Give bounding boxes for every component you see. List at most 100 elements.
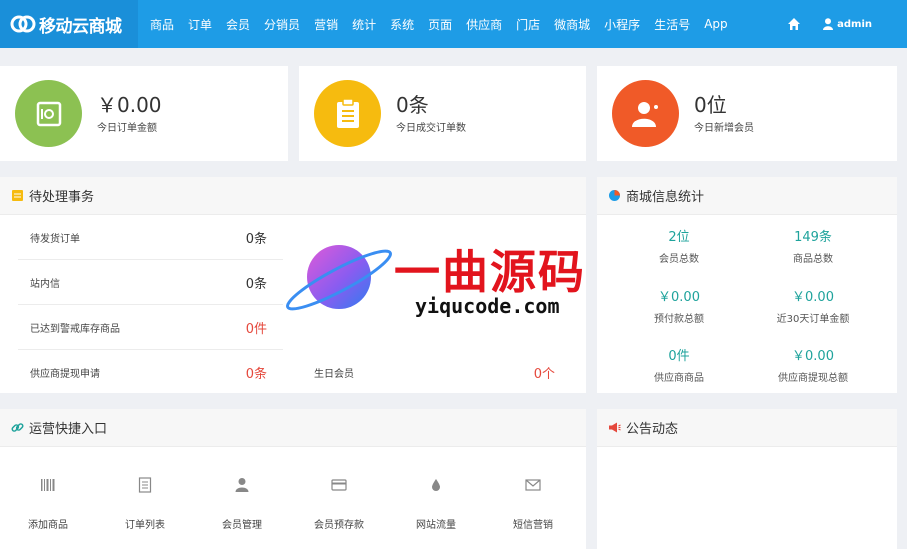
main-nav: 商品 订单 会员 分销员 营销 统计 系统 页面 供应商 门店 微商城 小程序 … <box>150 0 742 48</box>
quick-order-list[interactable]: 订单列表 <box>97 476 193 531</box>
link-icon <box>11 423 24 432</box>
task-row[interactable]: 待发货订单 0条 <box>18 215 283 260</box>
stat-label: 今日成交订单数 <box>396 123 466 134</box>
task-label: 供应商提现申请 <box>30 369 100 380</box>
watermark: 一曲源码 yiqucode.com <box>282 222 632 332</box>
home-icon[interactable] <box>787 17 801 31</box>
safe-icon <box>36 101 61 126</box>
nav-item-statistics[interactable]: 统计 <box>352 16 376 33</box>
panel-header: 公告动态 <box>597 409 897 447</box>
notice-panel: 公告动态 <box>597 409 897 549</box>
stat-circle <box>612 80 679 147</box>
nav-item-orders[interactable]: 订单 <box>188 16 212 33</box>
logo[interactable]: 移动云商城 <box>0 0 138 48</box>
info-cell[interactable]: ￥0.00 近30天订单金额 <box>744 286 882 325</box>
task-value: 0条 <box>245 367 267 382</box>
panel-title: 运营快捷入口 <box>29 422 108 437</box>
stat-card-orders: 0条 今日成交订单数 <box>299 66 586 161</box>
nav-item-suppliers[interactable]: 供应商 <box>466 16 502 33</box>
nav-item-goods[interactable]: 商品 <box>150 16 174 33</box>
panel-header: 待处理事务 <box>0 177 586 215</box>
nav-item-marketing[interactable]: 营销 <box>314 16 338 33</box>
panel-title: 商城信息统计 <box>626 190 705 205</box>
stat-card-new-members: 0位 今日新增会员 <box>597 66 897 161</box>
quick-label: 订单列表 <box>125 520 165 531</box>
stat-label: 今日订单金额 <box>97 123 157 134</box>
quick-member-manage[interactable]: 会员管理 <box>194 476 290 531</box>
mail-icon <box>525 479 541 491</box>
drop-icon <box>432 479 440 491</box>
stat-label: 今日新增会员 <box>694 123 754 134</box>
nav-item-mini-program[interactable]: 小程序 <box>604 16 640 33</box>
task-row[interactable]: 供应商提现申请 0条 <box>18 350 283 395</box>
task-label: 待发货订单 <box>30 233 80 245</box>
info-label: 供应商提现总额 <box>778 373 848 384</box>
info-cell[interactable]: 149条 商品总数 <box>744 226 882 265</box>
mall-stats-panel: 商城信息统计 2位 会员总数 149条 商品总数 ￥0.00 预付款总额 ￥0.… <box>597 177 897 393</box>
nav-item-app[interactable]: App <box>704 17 727 31</box>
logo-text: 移动云商城 <box>39 16 122 37</box>
nav-item-system[interactable]: 系统 <box>390 16 414 33</box>
clipboard-icon <box>336 97 359 128</box>
user-add-icon <box>631 101 658 127</box>
task-value: 0件 <box>245 321 267 337</box>
pie-chart-icon <box>609 190 620 201</box>
quick-sms-marketing[interactable]: 短信营销 <box>485 476 581 531</box>
nav-item-stores[interactable]: 门店 <box>516 16 540 33</box>
panel-header: 运营快捷入口 <box>0 409 586 447</box>
info-label: 供应商商品 <box>654 373 704 384</box>
stat-card-order-amount: ￥0.00 今日订单金额 <box>0 66 288 161</box>
quick-member-deposit[interactable]: 会员预存款 <box>291 476 387 531</box>
quick-add-goods[interactable]: 添加商品 <box>0 476 96 531</box>
task-row[interactable]: 生日会员 0个 <box>302 350 567 395</box>
info-value: 0件 <box>668 349 690 364</box>
task-label: 生日会员 <box>314 369 354 380</box>
stat-circle <box>314 80 381 147</box>
stat-value: ￥0.00 <box>97 93 162 117</box>
user-icon <box>823 18 834 30</box>
info-value: 149条 <box>794 230 832 245</box>
stat-value: 0条 <box>396 93 429 117</box>
watermark-en-text: yiqucode.com <box>415 294 560 318</box>
panel-title: 待处理事务 <box>29 190 95 205</box>
task-label: 站内信 <box>30 278 60 290</box>
quick-label: 会员管理 <box>222 520 262 531</box>
megaphone-icon <box>609 422 621 433</box>
stat-text: 0位 今日新增会员 <box>694 93 754 134</box>
task-row[interactable]: 站内信 0条 <box>18 260 283 305</box>
panel-title: 公告动态 <box>626 422 679 437</box>
quick-label: 网站流量 <box>416 520 456 531</box>
card-icon <box>331 479 347 491</box>
quick-label: 添加商品 <box>28 520 68 531</box>
nav-item-micro-mall[interactable]: 微商城 <box>554 16 590 33</box>
note-icon <box>12 190 23 201</box>
task-row[interactable]: 已达到警戒库存商品 0件 <box>18 305 283 350</box>
info-value: ￥0.00 <box>792 290 834 305</box>
quick-label: 会员预存款 <box>314 520 364 531</box>
barcode-icon <box>41 479 55 491</box>
nav-right: admin <box>787 0 907 48</box>
task-value: 0条 <box>245 231 267 247</box>
watermark-cn-text: 一曲源码 <box>394 245 586 299</box>
nav-item-distributors[interactable]: 分销员 <box>264 16 300 33</box>
nav-item-pages[interactable]: 页面 <box>428 16 452 33</box>
info-label: 近30天订单金额 <box>776 314 850 325</box>
stat-text: ￥0.00 今日订单金额 <box>97 93 162 134</box>
panel-header: 商城信息统计 <box>597 177 897 215</box>
info-value: ￥0.00 <box>792 349 834 364</box>
logo-icon <box>10 15 36 33</box>
task-value: 0条 <box>245 276 267 292</box>
stat-text: 0条 今日成交订单数 <box>396 93 466 134</box>
info-label: 商品总数 <box>793 254 833 265</box>
quick-site-traffic[interactable]: 网站流量 <box>388 476 484 531</box>
planet-logo-icon <box>286 245 392 311</box>
stat-value: 0位 <box>694 93 727 117</box>
nav-item-members[interactable]: 会员 <box>226 16 250 33</box>
user-menu[interactable]: admin <box>837 19 872 30</box>
info-cell[interactable]: ￥0.00 供应商提现总额 <box>744 345 882 384</box>
top-navbar: 移动云商城 商品 订单 会员 分销员 营销 统计 系统 页面 供应商 门店 微商… <box>0 0 907 48</box>
user-icon <box>235 478 249 492</box>
task-label: 已达到警戒库存商品 <box>30 323 120 335</box>
info-cell[interactable]: 0件 供应商商品 <box>610 345 748 384</box>
nav-item-life-account[interactable]: 生活号 <box>654 16 690 33</box>
